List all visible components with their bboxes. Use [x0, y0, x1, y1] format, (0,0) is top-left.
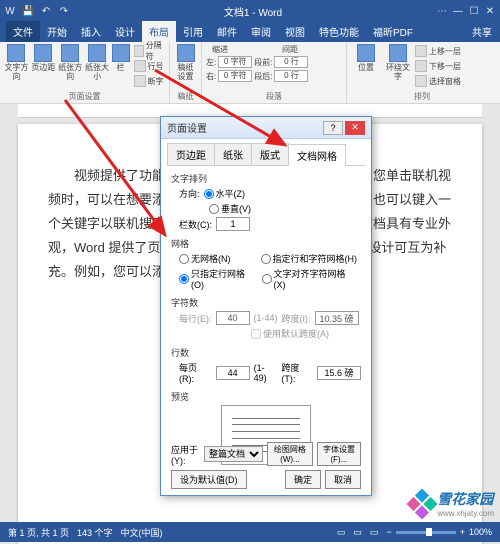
draw-grid-button[interactable]: 绘图网格(W)... [267, 442, 313, 466]
checkbox-default-pitch: 使用默认跨度(A) [251, 327, 329, 340]
set-default-button[interactable]: 设为默认值(D) [171, 470, 247, 489]
annotation-arrow-2 [65, 100, 185, 255]
zoom-in-button[interactable]: + [460, 527, 465, 537]
line-pitch-input[interactable] [317, 366, 361, 380]
bring-forward-button[interactable]: 上移一层 [415, 44, 461, 58]
status-words[interactable]: 143 个字 [77, 526, 113, 539]
selection-pane-button[interactable]: 选择窗格 [415, 74, 461, 88]
tab-home[interactable]: 开始 [40, 21, 74, 42]
minimize-icon[interactable]: — [452, 5, 464, 17]
section-text-direction: 文字排列 [171, 172, 361, 185]
status-language[interactable]: 中文(中国) [121, 526, 163, 539]
zoom-out-button[interactable]: − [386, 527, 391, 537]
section-chars: 字符数 [171, 296, 361, 309]
page-setup-dialog: 页面设置 ? ✕ 页边距 纸张 版式 文档网格 文字排列 方向: 水平(Z) 垂… [160, 116, 372, 496]
group-label-arrange: 排列 [351, 90, 493, 102]
watermark: 雪花家园 www.xhjaty.com [411, 489, 494, 518]
tab-references[interactable]: 引用 [176, 21, 210, 42]
undo-icon[interactable]: ↶ [40, 5, 52, 17]
radio-no-grid[interactable]: 无网格(N) [179, 252, 231, 265]
dialog-help-button[interactable]: ? [323, 121, 343, 135]
watermark-url: www.xhjaty.com [437, 509, 494, 518]
watermark-icon [407, 488, 438, 519]
selection-icon [415, 75, 427, 87]
radio-char-grid[interactable]: 指定行和字符网格(H) [261, 252, 358, 265]
ribbon-opts-icon[interactable]: ⋯ [436, 5, 448, 17]
tab-mailings[interactable]: 邮件 [210, 21, 244, 42]
tab-view[interactable]: 视图 [278, 21, 312, 42]
status-page[interactable]: 第 1 页, 共 1 页 [8, 526, 69, 539]
lines-per-page-input[interactable] [216, 366, 250, 380]
ok-button[interactable]: 确定 [285, 470, 321, 489]
section-preview: 预览 [171, 390, 361, 403]
indent-left-input[interactable]: 0 字符 [218, 56, 252, 68]
share-button[interactable]: 共享 [464, 21, 500, 42]
forward-icon [415, 45, 427, 57]
save-icon[interactable]: 💾 [22, 5, 34, 17]
tab-insert[interactable]: 插入 [74, 21, 108, 42]
tab-pdf[interactable]: 福昕PDF [366, 21, 420, 42]
line-num-icon [134, 60, 146, 72]
char-pitch-input [315, 311, 359, 325]
columns-input[interactable] [216, 217, 250, 231]
font-settings-button[interactable]: 字体设置(F)... [317, 442, 361, 466]
chars-per-line-input [216, 311, 250, 325]
dialog-close-button[interactable]: ✕ [345, 121, 365, 135]
zoom-level[interactable]: 100% [469, 527, 492, 537]
close-icon[interactable]: ✕ [484, 5, 496, 17]
app-icon: W [4, 5, 16, 17]
margins-button[interactable]: 页边距 [31, 44, 56, 72]
view-read-icon[interactable]: ▭ [337, 527, 346, 538]
tab-layout[interactable]: 布局 [142, 21, 176, 42]
radio-line-grid[interactable]: 只指定行网格(O) [179, 267, 258, 290]
breaks-icon [134, 45, 144, 57]
view-web-icon[interactable]: ▭ [370, 527, 379, 538]
radio-horizontal[interactable]: 水平(Z) [204, 187, 246, 200]
maximize-icon[interactable]: ☐ [468, 5, 480, 17]
send-backward-button[interactable]: 下移一层 [415, 59, 461, 73]
view-print-icon[interactable]: ▭ [353, 527, 362, 538]
orientation-button[interactable]: 纸张方向 [58, 44, 83, 81]
space-before-input[interactable]: 0 行 [274, 56, 308, 68]
tab-design[interactable]: 设计 [108, 21, 142, 42]
radio-snap-grid[interactable]: 文字对齐字符网格(X) [262, 267, 357, 290]
size-button[interactable]: 纸张大小 [85, 44, 110, 81]
apply-to-select[interactable]: 整篇文档 [204, 446, 263, 462]
columns-button[interactable]: 栏 [112, 44, 130, 72]
text-direction-button[interactable]: 文字方向 [4, 44, 29, 81]
backward-icon [415, 60, 427, 72]
breaks-button[interactable]: 分隔符 [134, 44, 166, 58]
hyphen-icon [134, 75, 146, 87]
section-lines: 行数 [171, 346, 361, 359]
cancel-button[interactable]: 取消 [325, 470, 361, 489]
radio-vertical[interactable]: 垂直(V) [209, 202, 251, 215]
zoom-slider[interactable] [396, 531, 456, 534]
tab-special[interactable]: 特色功能 [312, 21, 366, 42]
section-grid: 网格 [171, 237, 361, 250]
tab-file[interactable]: 文件 [6, 21, 40, 42]
window-title: 文档1 - Word [70, 4, 436, 19]
wrap-text-button[interactable]: 环绕文字 [383, 44, 413, 81]
watermark-name: 雪花家园 [437, 491, 493, 507]
position-button[interactable]: 位置 [351, 44, 381, 72]
redo-icon[interactable]: ↷ [58, 5, 70, 17]
tab-review[interactable]: 审阅 [244, 21, 278, 42]
